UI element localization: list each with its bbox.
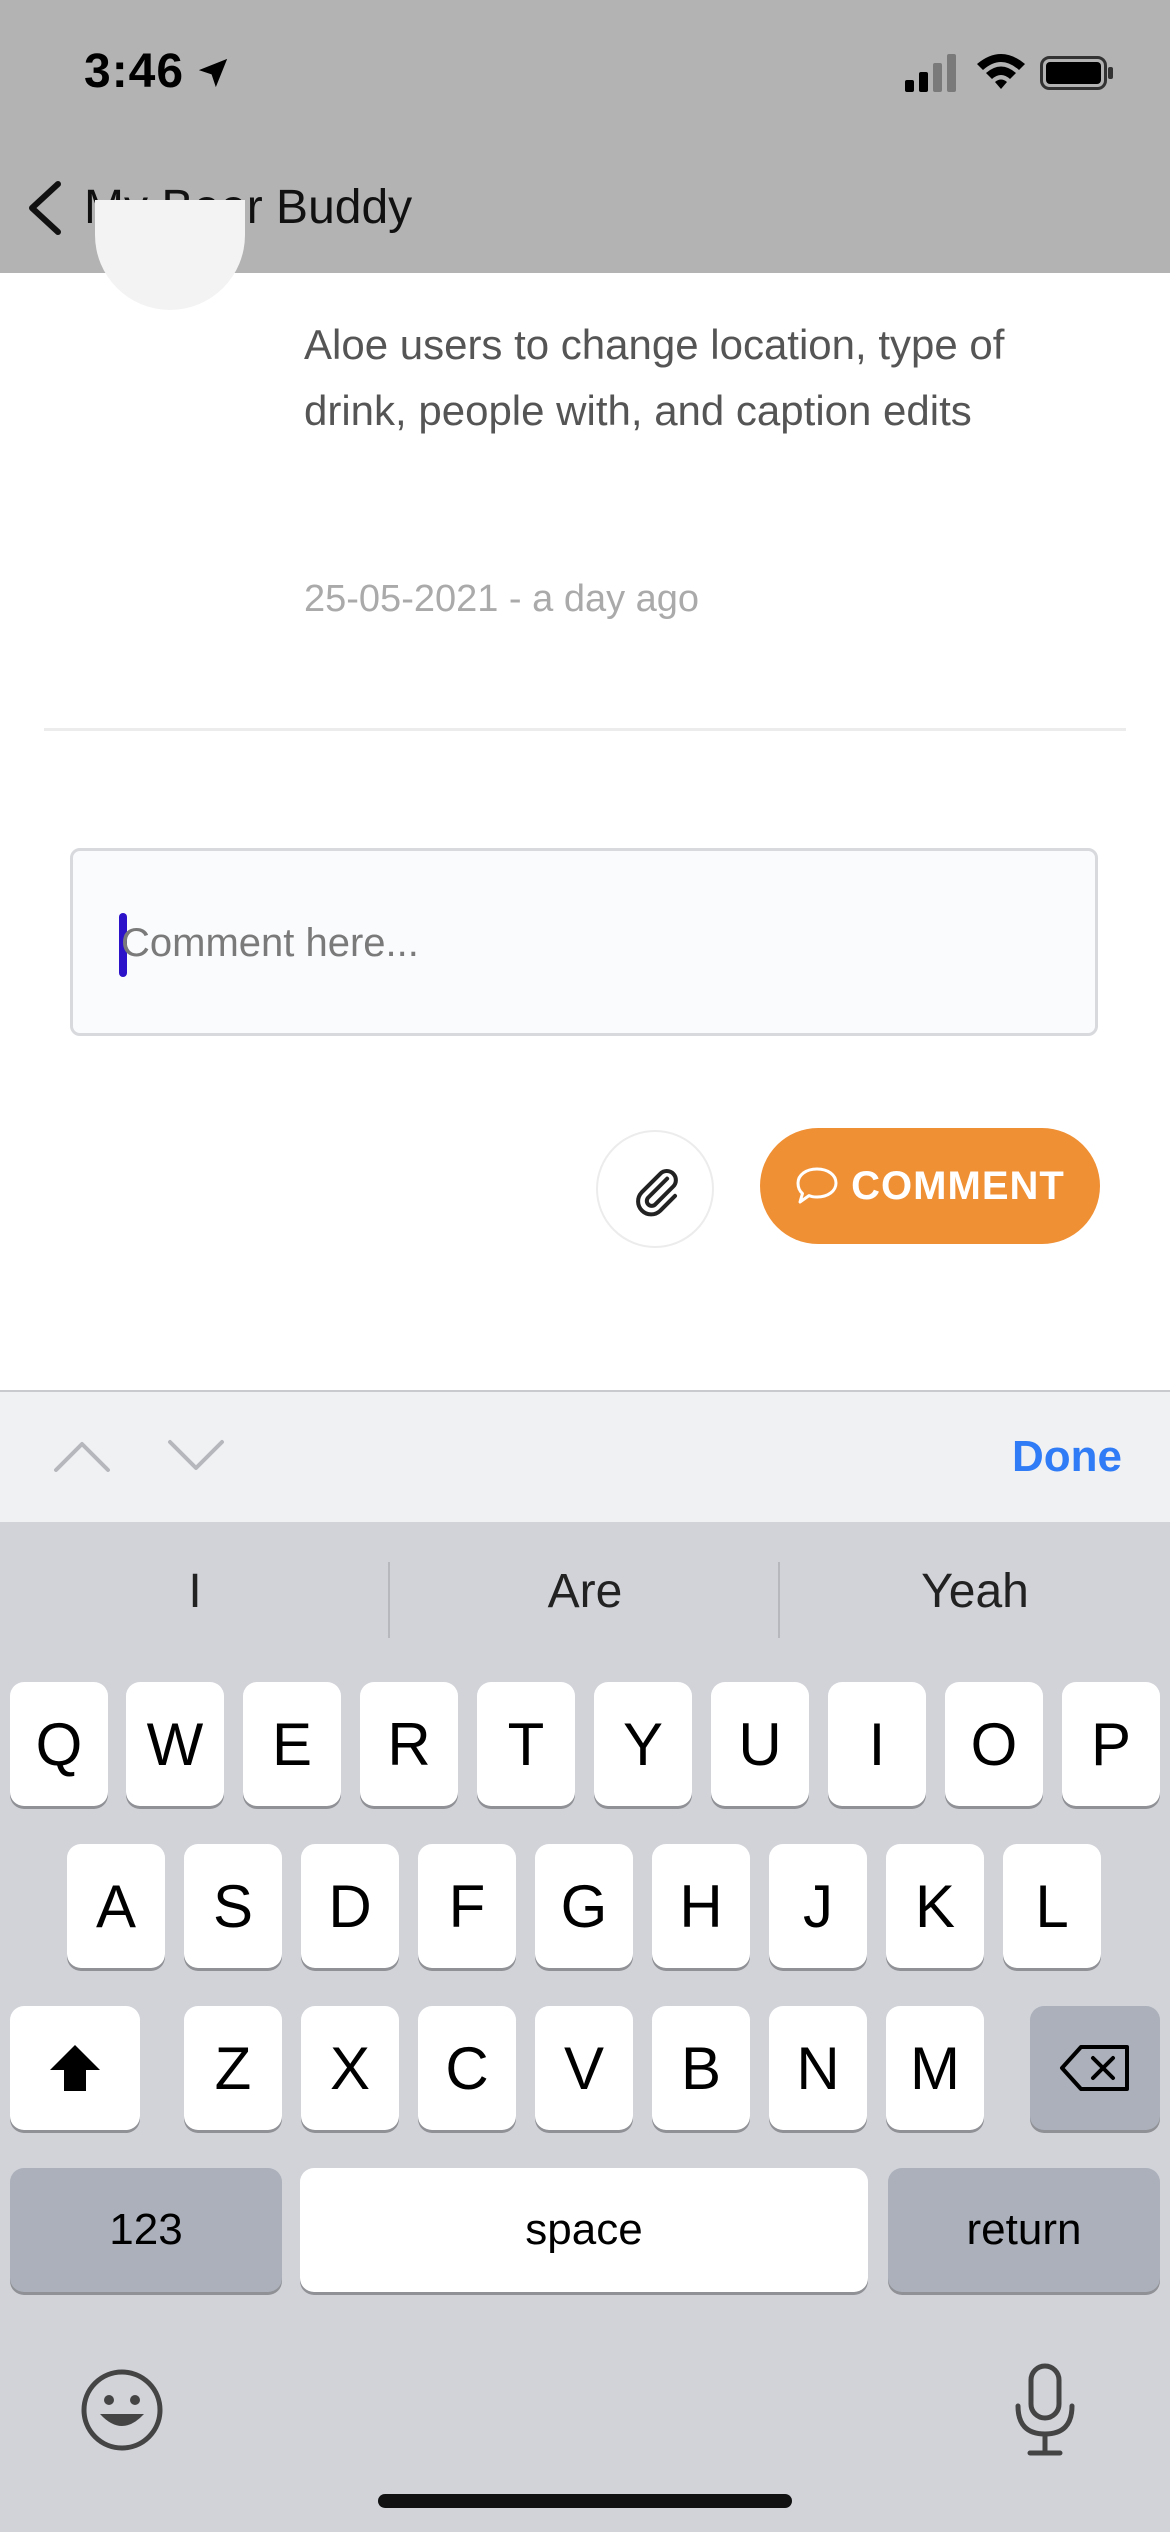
key-c[interactable]: C [418, 2006, 516, 2130]
suggestion-2[interactable]: Are [390, 1564, 780, 1619]
speech-bubble-icon [796, 1167, 838, 1204]
key-y[interactable]: Y [594, 1682, 692, 1806]
key-q[interactable]: Q [10, 1682, 108, 1806]
shift-arrow-icon [50, 2045, 100, 2091]
return-key[interactable]: return [888, 2168, 1160, 2292]
keyboard-accessory-bar: Done [0, 1390, 1170, 1524]
cellular-signal-icon [905, 54, 956, 92]
key-r[interactable]: R [360, 1682, 458, 1806]
numbers-key[interactable]: 123 [10, 2168, 282, 2292]
comment-input[interactable] [121, 903, 1021, 983]
key-u[interactable]: U [711, 1682, 809, 1806]
post-date: 25-05-2021 - a day ago [304, 578, 700, 620]
emoji-icon[interactable] [80, 2368, 164, 2452]
key-z[interactable]: Z [184, 2006, 282, 2130]
key-g[interactable]: G [535, 1844, 633, 1968]
attach-button[interactable] [596, 1130, 714, 1248]
paperclip-icon [636, 1169, 678, 1217]
suggestion-3[interactable]: Yeah [780, 1564, 1170, 1619]
key-d[interactable]: D [301, 1844, 399, 1968]
key-o[interactable]: O [945, 1682, 1043, 1806]
key-m[interactable]: M [886, 2006, 984, 2130]
battery-icon [1040, 56, 1113, 90]
key-t[interactable]: T [477, 1682, 575, 1806]
backspace-key[interactable] [1030, 2006, 1160, 2130]
shift-key[interactable] [10, 2006, 140, 2130]
key-s[interactable]: S [184, 1844, 282, 1968]
suggestion-bar: I Are Yeah [0, 1522, 1170, 1676]
key-e[interactable]: E [243, 1682, 341, 1806]
key-b[interactable]: B [652, 2006, 750, 2130]
wifi-icon [977, 54, 1025, 89]
previous-field-chevron-up-icon[interactable] [52, 1436, 112, 1476]
location-arrow-icon [198, 58, 228, 88]
status-time: 3:46 [84, 45, 185, 98]
suggestion-1[interactable]: I [0, 1564, 390, 1619]
key-v[interactable]: V [535, 2006, 633, 2130]
key-l[interactable]: L [1003, 1844, 1101, 1968]
key-a[interactable]: A [67, 1844, 165, 1968]
backspace-icon [1060, 2045, 1129, 2091]
microphone-icon[interactable] [1010, 2362, 1080, 2458]
post-text: Aloe users to change location, type of d… [304, 321, 1005, 434]
key-f[interactable]: F [418, 1844, 516, 1968]
avatar [95, 200, 245, 310]
keyboard: I Are Yeah Q W E R T Y U I O P A S D F G… [0, 1522, 1170, 2532]
key-w[interactable]: W [126, 1682, 224, 1806]
comment-button-label: COMMENT [851, 1163, 1065, 1208]
space-key[interactable]: space [300, 2168, 868, 2292]
key-j[interactable]: J [769, 1844, 867, 1968]
next-field-chevron-down-icon[interactable] [166, 1436, 226, 1476]
key-h[interactable]: H [652, 1844, 750, 1968]
home-indicator[interactable] [378, 2494, 792, 2508]
divider [44, 728, 1126, 731]
done-button[interactable]: Done [1012, 1432, 1122, 1482]
key-p[interactable]: P [1062, 1682, 1160, 1806]
key-i[interactable]: I [828, 1682, 926, 1806]
comment-button[interactable]: COMMENT [760, 1128, 1100, 1244]
key-k[interactable]: K [886, 1844, 984, 1968]
back-chevron-icon[interactable] [22, 178, 66, 238]
key-x[interactable]: X [301, 2006, 399, 2130]
comment-box[interactable] [70, 848, 1098, 1036]
key-n[interactable]: N [769, 2006, 867, 2130]
